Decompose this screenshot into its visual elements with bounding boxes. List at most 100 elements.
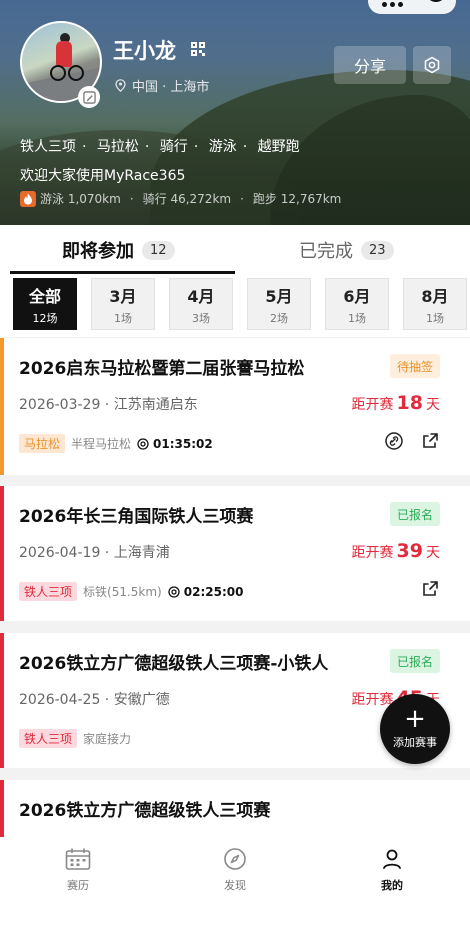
username: 王小龙 xyxy=(113,39,176,63)
status-badge: 已报名 xyxy=(389,649,440,673)
month-chip[interactable]: 8月 1场 xyxy=(403,278,467,330)
countdown-suffix: 天 xyxy=(426,397,440,413)
event-distance: 家庭接力 xyxy=(83,732,132,746)
sport-tag: 越野跑 xyxy=(257,139,300,155)
event-title: 2026年长三角国际铁人三项赛 xyxy=(19,507,254,527)
event-tag-row: 铁人三项 家庭接力 xyxy=(19,729,131,748)
event-tag-row: 马拉松 半程马拉松 01:35:02 xyxy=(19,434,213,453)
month-chip[interactable]: 3月 1场 xyxy=(91,278,155,330)
target-icon xyxy=(137,437,149,450)
event-type-tag: 铁人三项 xyxy=(19,582,78,601)
share-out-icon[interactable] xyxy=(420,431,440,451)
status-badge: 已报名 xyxy=(389,502,440,526)
add-event-label: 添加赛事 xyxy=(393,736,437,749)
tab-count-badge: 23 xyxy=(361,240,394,260)
event-title: 2026铁立方广德超级铁人三项赛-小铁人 xyxy=(19,654,329,674)
event-title: 2026铁立方广德超级铁人三项赛 xyxy=(19,801,271,821)
settings-icon xyxy=(424,56,440,74)
link-icon[interactable] xyxy=(384,431,404,451)
month-filter: 全部 12场 3月 1场 4月 3场 5月 2场 6月 1场 8月 1场 xyxy=(0,275,470,337)
month-chip[interactable]: 6月 1场 xyxy=(325,278,389,330)
month-label: 4月 xyxy=(187,286,215,306)
add-event-button[interactable]: + 添加赛事 xyxy=(380,694,450,764)
bottom-nav: 赛历 发现 我的 xyxy=(0,837,470,934)
event-type-tag: 铁人三项 xyxy=(19,729,78,748)
nav-label: 赛历 xyxy=(67,879,89,892)
event-title: 2026启东马拉松暨第二届张謇马拉松 xyxy=(19,359,305,379)
stat-run: 跑步 12,767km xyxy=(252,192,342,206)
event-card[interactable]: 2026启东马拉松暨第二届张謇马拉松 待抽签 2026-03-29 · 江苏南通… xyxy=(0,338,470,475)
sport-tag: 铁人三项 xyxy=(20,139,76,155)
month-count: 3场 xyxy=(192,311,210,325)
share-button[interactable]: 分享 xyxy=(334,46,406,84)
location-pin-icon xyxy=(115,79,126,92)
nav-label: 我的 xyxy=(381,879,403,892)
month-chip[interactable]: 5月 2场 xyxy=(247,278,311,330)
target-icon xyxy=(168,585,180,598)
event-type-tag: 马拉松 xyxy=(19,434,66,453)
profile-header: 王小龙 中国 · 上海市 分享 铁人三项 · 马拉松 · 骑行 · 游泳 · 越野跑 欢… xyxy=(0,0,470,225)
countdown-prefix: 距开赛 xyxy=(351,545,394,561)
compass-icon xyxy=(224,848,246,870)
event-actions xyxy=(420,579,440,599)
stat-swim: 游泳 1,070km xyxy=(40,192,121,206)
location-text: 中国 · 上海市 xyxy=(132,80,210,95)
event-accent-bar xyxy=(0,486,4,621)
month-chip-all[interactable]: 全部 12场 xyxy=(13,278,77,330)
active-tab-indicator xyxy=(10,271,235,274)
countdown-prefix: 距开赛 xyxy=(351,397,394,413)
event-accent-bar xyxy=(0,633,4,768)
event-date-location: 2026-04-19 · 上海青浦 xyxy=(19,545,170,561)
countdown: 距开赛 18 天 xyxy=(352,392,440,414)
tab-count-badge: 12 xyxy=(142,240,175,260)
event-distance: 半程马拉松 xyxy=(71,437,132,451)
month-count: 1场 xyxy=(426,311,444,325)
month-count: 1场 xyxy=(348,311,366,325)
calendar-icon xyxy=(65,848,91,870)
nav-item-calendar[interactable]: 赛历 xyxy=(38,847,118,893)
location: 中国 · 上海市 xyxy=(115,76,209,95)
plus-icon: + xyxy=(404,704,426,734)
sport-tag: 骑行 xyxy=(159,139,188,155)
target-time-value: 01:35:02 xyxy=(153,436,213,451)
event-actions xyxy=(384,431,440,451)
sport-tag: 马拉松 xyxy=(96,139,139,155)
settings-button[interactable] xyxy=(413,46,451,84)
event-accent-bar xyxy=(0,338,4,475)
race-status-tabs: 即将参加 12 已完成 23 xyxy=(0,225,470,275)
sport-stats: 游泳 1,070km · 骑行 46,272km · 跑步 12,767km xyxy=(20,190,341,207)
close-miniprogram-icon[interactable] xyxy=(426,0,446,2)
event-card[interactable]: 2026年长三角国际铁人三项赛 已报名 2026-04-19 · 上海青浦 距开… xyxy=(0,486,470,621)
month-label: 8月 xyxy=(421,286,449,306)
qrcode-icon[interactable] xyxy=(191,41,205,56)
month-label: 6月 xyxy=(343,286,371,306)
flame-icon xyxy=(20,190,36,207)
target-time-value: 02:25:00 xyxy=(183,584,244,599)
event-tag-row: 铁人三项 标铁(51.5km) 02:25:00 xyxy=(19,582,243,601)
target-time: 02:25:00 xyxy=(168,584,244,599)
nav-item-mine[interactable]: 我的 xyxy=(352,847,432,893)
countdown: 距开赛 39 天 xyxy=(352,540,440,562)
countdown-suffix: 天 xyxy=(426,545,440,561)
countdown-days: 39 xyxy=(396,540,423,562)
status-badge: 待抽签 xyxy=(389,354,440,378)
event-date-location: 2026-04-25 · 安徽广德 xyxy=(19,692,170,708)
month-label: 全部 xyxy=(28,286,61,306)
sport-tag: 游泳 xyxy=(208,139,237,155)
tab-completed[interactable]: 已完成 23 xyxy=(299,225,394,275)
user-icon xyxy=(383,849,401,869)
month-chip[interactable]: 4月 3场 xyxy=(169,278,233,330)
share-out-icon[interactable] xyxy=(420,579,440,599)
month-count: 12场 xyxy=(32,311,58,325)
stat-cycle: 骑行 46,272km xyxy=(142,192,232,206)
tab-label: 即将参加 xyxy=(62,241,134,262)
mini-program-capsule[interactable] xyxy=(368,0,456,14)
tab-label: 已完成 xyxy=(299,241,353,262)
tab-upcoming[interactable]: 即将参加 12 xyxy=(62,225,175,275)
month-label: 3月 xyxy=(109,286,137,306)
app-root: 王小龙 中国 · 上海市 分享 铁人三项 · 马拉松 · 骑行 · 游泳 · 越野跑 欢… xyxy=(0,0,470,934)
welcome-text: 欢迎大家使用MyRace365 xyxy=(20,168,186,184)
edit-avatar-icon[interactable] xyxy=(78,86,100,108)
nav-item-discover[interactable]: 发现 xyxy=(195,847,275,893)
month-count: 2场 xyxy=(270,311,288,325)
